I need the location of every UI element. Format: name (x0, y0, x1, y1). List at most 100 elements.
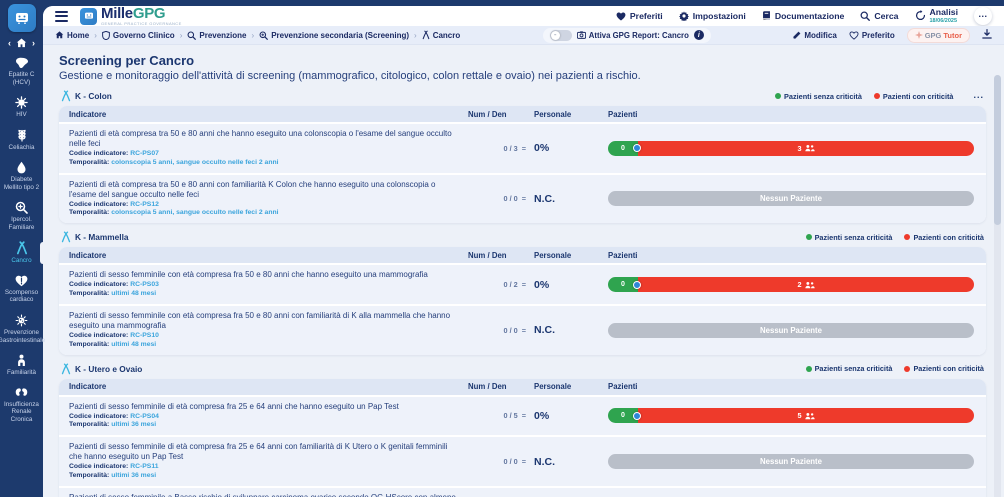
download-button[interactable] (982, 26, 992, 44)
documentazione-button[interactable]: Documentazione (762, 11, 845, 21)
cerca-button[interactable]: Cerca (860, 11, 898, 21)
sidebar-item-ipercol[interactable]: Ipercol. Familiare (0, 196, 43, 236)
section-more-button[interactable]: ... (973, 94, 984, 98)
sidebar-item-label: HIV (16, 111, 27, 119)
breadcrumb-prevenzione[interactable]: Prevenzione (187, 31, 246, 40)
sidebar-item-gastro[interactable]: Prevenzione Gastrointestinale (0, 309, 43, 349)
breadcrumb-prevenzione-secondaria[interactable]: Prevenzione secondaria (Screening) (259, 31, 409, 40)
red-dot-icon (874, 93, 880, 99)
patients-icon (805, 412, 815, 420)
home-icon (55, 31, 64, 39)
indicator-code-link[interactable]: RC-PS11 (130, 463, 158, 470)
page-subtitle: Gestione e monitoraggio dell'attività di… (59, 70, 986, 82)
microbe-icon (15, 314, 28, 327)
app-logo-icon[interactable] (8, 4, 36, 32)
gpg-report-toggle[interactable]: - (550, 30, 572, 41)
kidneys-icon (15, 387, 28, 399)
sidebar-item-label: Familiarità (7, 369, 36, 377)
section-k-utero-ovaio: K - Utero e Ovaio Pazienti senza critici… (59, 363, 986, 497)
legend: Pazienti senza criticità Pazienti con cr… (806, 364, 984, 373)
sidebar-item-renale[interactable]: Insufficienza Renale Cronica (0, 382, 43, 429)
patients-bar[interactable]: 0 5 (608, 408, 974, 423)
table-row[interactable]: Pazienti di sesso femminile di età compr… (59, 395, 986, 436)
heart-outline-icon (849, 31, 859, 40)
sidebar-item-diabete[interactable]: Diabete Mellito tipo 2 (0, 156, 43, 196)
personale-value: 0% (534, 279, 600, 291)
sidebar-item-epatite-c[interactable]: Epatite C (HCV) (0, 52, 43, 91)
table-header: Indicatore Num / Den Personale Pazienti (59, 379, 986, 395)
virus-icon (15, 96, 28, 109)
shield-icon (102, 31, 110, 40)
sidebar-item-label: Insufficienza Renale Cronica (1, 401, 42, 424)
gpg-report-toggle-label: Attiva GPG Report: Cancro (589, 31, 689, 40)
page-content: Screening per Cancro Gestione e monitora… (43, 45, 1004, 497)
sidebar-item-celiachia[interactable]: Celiachia (0, 124, 43, 157)
tutor-icon (915, 31, 923, 39)
nav-back-icon[interactable]: ‹ (8, 38, 11, 48)
bar-slider-handle[interactable] (633, 281, 641, 289)
impostazioni-button[interactable]: Impostazioni (679, 11, 746, 21)
droplet-icon (16, 161, 27, 174)
patients-bar[interactable]: 0 3 (608, 141, 974, 156)
heart-alert-icon (15, 275, 28, 287)
sidebar-item-familiarita[interactable]: Familiarità (0, 349, 43, 382)
section-title: K - Colon (75, 91, 112, 101)
no-patients-bar: Nessun Paziente (608, 191, 974, 206)
breadcrumb-governo-clinico[interactable]: Governo Clinico (102, 31, 175, 40)
search-icon (860, 11, 870, 21)
personale-value: 0% (534, 410, 600, 422)
table-row[interactable]: Pazienti di sesso femminile con età comp… (59, 304, 986, 355)
personale-value: N.C. (534, 324, 600, 336)
preferito-button[interactable]: Preferito (849, 31, 895, 40)
indicator-code-link[interactable]: RC-PS10 (130, 332, 159, 339)
bar-slider-handle[interactable] (633, 144, 641, 152)
patients-bar: Nessun Paziente (608, 191, 974, 206)
section-title: K - Utero e Ovaio (75, 364, 142, 374)
section-k-mammella: K - Mammella Pazienti senza criticità Pa… (59, 231, 986, 354)
indicator-code-link[interactable]: RC-PS07 (130, 150, 159, 157)
brand-logo[interactable]: MilleGPG GENERAL PRACTICE GOVERNANCE (80, 6, 182, 26)
vertical-scrollbar[interactable] (994, 75, 1001, 497)
table-row[interactable]: Pazienti di età compresa tra 50 e 80 ann… (59, 122, 986, 173)
ribbon-icon (16, 241, 28, 255)
breadcrumb-home[interactable]: Home (55, 31, 89, 40)
top-bar: MilleGPG GENERAL PRACTICE GOVERNANCE Pre… (43, 6, 1004, 26)
sidebar-item-cancro[interactable]: Cancro (0, 236, 43, 270)
main-panel: MilleGPG GENERAL PRACTICE GOVERNANCE Pre… (43, 6, 1004, 497)
breadcrumb-cancro[interactable]: Cancro (422, 30, 461, 40)
indicator-table: Indicatore Num / Den Personale Pazienti … (59, 379, 986, 497)
wheat-icon (16, 129, 28, 142)
gpgtutor-button[interactable]: GPGTutor (907, 28, 970, 43)
app-window: ‹ › Epatite C (HCV) HIV Celiachia Diabet… (0, 0, 1004, 497)
info-icon[interactable]: i (694, 30, 704, 40)
indicator-table: Indicatore Num / Den Personale Pazienti … (59, 106, 986, 223)
pencil-icon (793, 31, 801, 39)
analisi-button[interactable]: Analisi 18/06/2025 (915, 8, 959, 24)
indicator-code-link[interactable]: RC-PS03 (130, 281, 159, 288)
scrollbar-thumb[interactable] (994, 75, 1001, 225)
nav-forward-icon[interactable]: › (32, 38, 35, 48)
sidebar-item-scompenso[interactable]: Scompenso cardiaco (0, 270, 43, 309)
table-row[interactable]: Pazienti di sesso femminile a Basso risc… (59, 486, 986, 497)
table-row[interactable]: Pazienti di sesso femminile con età comp… (59, 263, 986, 304)
indicator-code-link[interactable]: RC-PS12 (130, 201, 159, 208)
header-more-button[interactable]: ... (974, 7, 992, 25)
brand-name-primary: Mille (101, 6, 133, 22)
bar-slider-handle[interactable] (633, 412, 641, 420)
sidebar-item-label: Ipercol. Familiare (1, 216, 42, 231)
preferiti-button[interactable]: Preferiti (616, 11, 663, 21)
modifica-button[interactable]: Modifica (793, 31, 836, 40)
table-row[interactable]: Pazienti di età compresa tra 50 e 80 ann… (59, 173, 986, 224)
sidebar-item-label: Prevenzione Gastrointestinale (0, 329, 45, 344)
red-dot-icon (904, 234, 910, 240)
sidebar-item-hiv[interactable]: HIV (0, 91, 43, 124)
nav-home-icon[interactable] (16, 38, 27, 48)
patients-icon (805, 144, 815, 152)
menu-icon[interactable] (55, 11, 68, 22)
bar-red-segment: 3 (638, 141, 974, 156)
patients-bar[interactable]: 0 2 (608, 277, 974, 292)
table-row[interactable]: Pazienti di sesso femminile di età compr… (59, 435, 986, 486)
indicator-code-link[interactable]: RC-PS04 (130, 413, 159, 420)
search-icon (187, 31, 196, 40)
sidebar-item-label: Cancro (11, 257, 31, 265)
